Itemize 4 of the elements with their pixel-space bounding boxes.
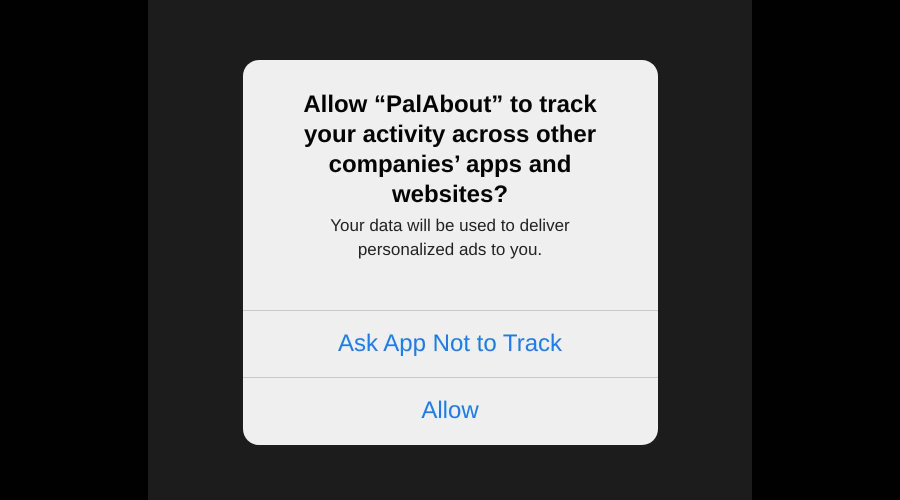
alert-button[interactable]: Ask App Not to Track <box>242 310 658 377</box>
alert-message: Your data will be used to deliver personalized ads to you. <box>329 215 571 261</box>
alert-button[interactable]: Allow <box>242 377 658 444</box>
alert-title: Allow “PalAbout” to track your activity across other companies’ apps and websites? <box>302 90 598 210</box>
